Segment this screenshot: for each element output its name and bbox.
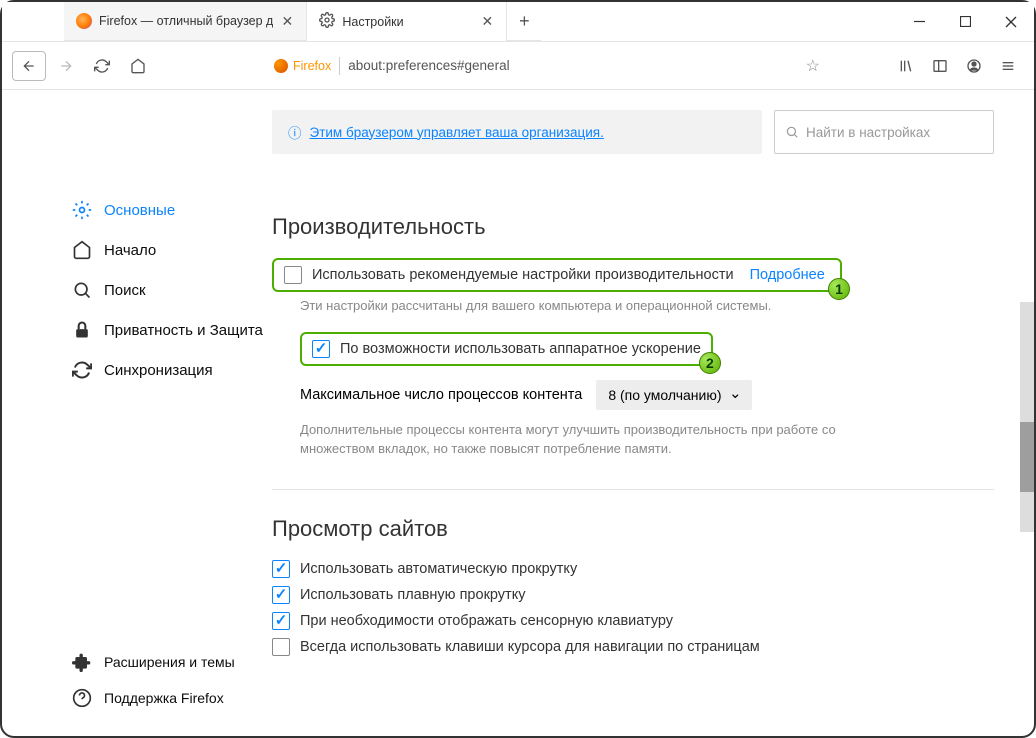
org-notice: ⓘ Этим браузером управляет ваша организа… — [272, 110, 762, 154]
checkbox-checked[interactable] — [272, 586, 290, 604]
reload-button[interactable] — [86, 50, 118, 82]
firefox-icon — [76, 13, 92, 29]
forward-button[interactable] — [50, 50, 82, 82]
divider — [272, 489, 994, 490]
info-icon: ⓘ — [288, 122, 302, 142]
proc-desc: Дополнительные процессы контента могут у… — [300, 420, 860, 459]
opt-recommended-perf[interactable]: Использовать рекомендуемые настройки про… — [284, 266, 825, 284]
opt-label: Всегда использовать клавиши курсора для … — [300, 639, 760, 655]
home-button[interactable] — [122, 50, 154, 82]
sidebar-item-general[interactable]: Основные — [64, 190, 272, 230]
main-content: ⓘ Этим браузером управляет ваша организа… — [272, 90, 1034, 736]
checkbox-checked[interactable] — [272, 612, 290, 630]
sidebar: Основные Начало Поиск Приватность и Защи… — [2, 90, 272, 736]
sidebar-label: Расширения и темы — [104, 654, 235, 670]
checkbox-checked[interactable] — [272, 560, 290, 578]
section-browsing-title: Просмотр сайтов — [272, 516, 994, 542]
firefox-brand: Firefox — [274, 59, 331, 73]
highlight-2: По возможности использовать аппаратное у… — [300, 332, 713, 366]
gear-icon — [319, 12, 335, 31]
tab-strip: Firefox — отличный браузер д ✕ Настройки… — [2, 2, 541, 41]
sidebar-item-sync[interactable]: Синхронизация — [64, 350, 272, 390]
annotation-badge-1: 1 — [828, 278, 850, 300]
minimize-button[interactable] — [896, 2, 942, 41]
highlight-1: Использовать рекомендуемые настройки про… — [272, 258, 842, 292]
gear-icon — [72, 200, 92, 220]
opt-touchkeyboard[interactable]: При необходимости отображать сенсорную к… — [272, 612, 994, 630]
tab-title: Firefox — отличный браузер д — [99, 14, 273, 28]
section-performance-title: Производительность — [272, 214, 994, 240]
maximize-button[interactable] — [942, 2, 988, 41]
scrollbar[interactable] — [1020, 302, 1034, 532]
search-icon — [785, 125, 799, 139]
sync-icon — [72, 360, 92, 380]
sidebar-label: Основные — [104, 202, 175, 219]
back-button[interactable] — [12, 51, 46, 81]
search-placeholder: Найти в настройках — [806, 125, 930, 140]
tab-firefox-home[interactable]: Firefox — отличный браузер д ✕ — [64, 2, 307, 41]
checkbox-unchecked[interactable] — [272, 638, 290, 656]
tab-title: Настройки — [342, 15, 473, 29]
new-tab-button[interactable]: + — [507, 2, 541, 41]
bookmark-star-icon[interactable]: ☆ — [806, 56, 820, 76]
sidebar-item-extensions[interactable]: Расширения и темы — [64, 644, 274, 680]
settings-search[interactable]: Найти в настройках — [774, 110, 994, 154]
tab-settings[interactable]: Настройки ✕ — [307, 2, 507, 41]
sidebar-label: Поддержка Firefox — [104, 690, 224, 706]
opt-label: Использовать рекомендуемые настройки про… — [312, 267, 734, 283]
close-button[interactable] — [988, 2, 1034, 41]
close-icon[interactable]: ✕ — [480, 15, 494, 29]
help-icon — [72, 688, 92, 708]
opt-label: При необходимости отображать сенсорную к… — [300, 613, 673, 629]
profile-icon[interactable] — [958, 50, 990, 82]
sidebar-label: Синхронизация — [104, 362, 213, 379]
library-icon[interactable] — [890, 50, 922, 82]
opt-label: Использовать автоматическую прокрутку — [300, 561, 577, 577]
search-icon — [72, 280, 92, 300]
separator — [339, 57, 340, 75]
opt-recommended-desc: Эти настройки рассчитаны для вашего комп… — [300, 296, 994, 316]
menu-icon[interactable] — [992, 50, 1024, 82]
sidebar-item-search[interactable]: Поиск — [64, 270, 272, 310]
sidebar-label: Приватность и Защита — [104, 322, 263, 339]
opt-label: По возможности использовать аппаратное у… — [340, 341, 701, 357]
checkbox-unchecked[interactable] — [284, 266, 302, 284]
puzzle-icon — [72, 652, 92, 672]
proc-dropdown[interactable]: 8 (по умолчанию) — [596, 380, 751, 410]
sidebar-item-support[interactable]: Поддержка Firefox — [64, 680, 274, 716]
scrollbar-thumb[interactable] — [1020, 422, 1034, 492]
opt-hw-accel[interactable]: По возможности использовать аппаратное у… — [312, 340, 701, 358]
content-processes-row: Максимальное число процессов контента 8 … — [300, 380, 994, 410]
sidebar-item-home[interactable]: Начало — [64, 230, 272, 270]
urlbar[interactable]: Firefox about:preferences#general ☆ — [268, 49, 826, 83]
url-text: about:preferences#general — [348, 58, 797, 73]
annotation-badge-2: 2 — [699, 352, 721, 374]
navbar: Firefox about:preferences#general ☆ — [2, 42, 1034, 90]
opt-autoscroll[interactable]: Использовать автоматическую прокрутку — [272, 560, 994, 578]
learn-more-link[interactable]: Подробнее — [750, 267, 825, 283]
window-controls — [896, 2, 1034, 41]
sidebar-item-privacy[interactable]: Приватность и Защита — [64, 310, 272, 350]
close-icon[interactable]: ✕ — [280, 14, 294, 28]
titlebar: Firefox — отличный браузер д ✕ Настройки… — [2, 2, 1034, 42]
opt-caret-browsing[interactable]: Всегда использовать клавиши курсора для … — [272, 638, 994, 656]
org-notice-link[interactable]: Этим браузером управляет ваша организаци… — [310, 125, 604, 140]
lock-icon — [72, 320, 92, 340]
home-icon — [72, 240, 92, 260]
proc-label: Максимальное число процессов контента — [300, 387, 582, 403]
sidebar-label: Начало — [104, 242, 156, 259]
sidebar-label: Поиск — [104, 282, 146, 299]
sidebars-icon[interactable] — [924, 50, 956, 82]
checkbox-checked[interactable] — [312, 340, 330, 358]
opt-smoothscroll[interactable]: Использовать плавную прокрутку — [272, 586, 994, 604]
opt-label: Использовать плавную прокрутку — [300, 587, 525, 603]
